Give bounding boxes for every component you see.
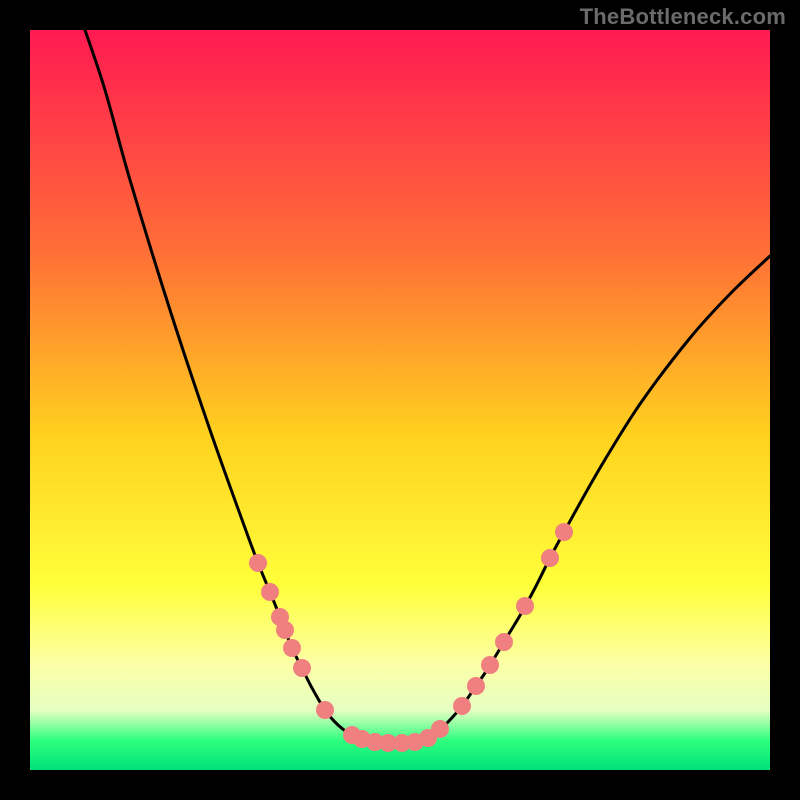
data-point: [541, 549, 559, 567]
data-point: [453, 697, 471, 715]
watermark: TheBottleneck.com: [580, 4, 786, 30]
data-point: [467, 677, 485, 695]
data-point: [555, 523, 573, 541]
data-point: [261, 583, 279, 601]
data-point: [293, 659, 311, 677]
plot-area: [30, 30, 770, 770]
data-point: [431, 720, 449, 738]
data-point: [316, 701, 334, 719]
data-point: [276, 621, 294, 639]
data-points: [30, 30, 770, 770]
data-point: [481, 656, 499, 674]
stage: TheBottleneck.com: [0, 0, 800, 800]
data-point: [495, 633, 513, 651]
data-point: [516, 597, 534, 615]
data-point: [249, 554, 267, 572]
data-point: [283, 639, 301, 657]
